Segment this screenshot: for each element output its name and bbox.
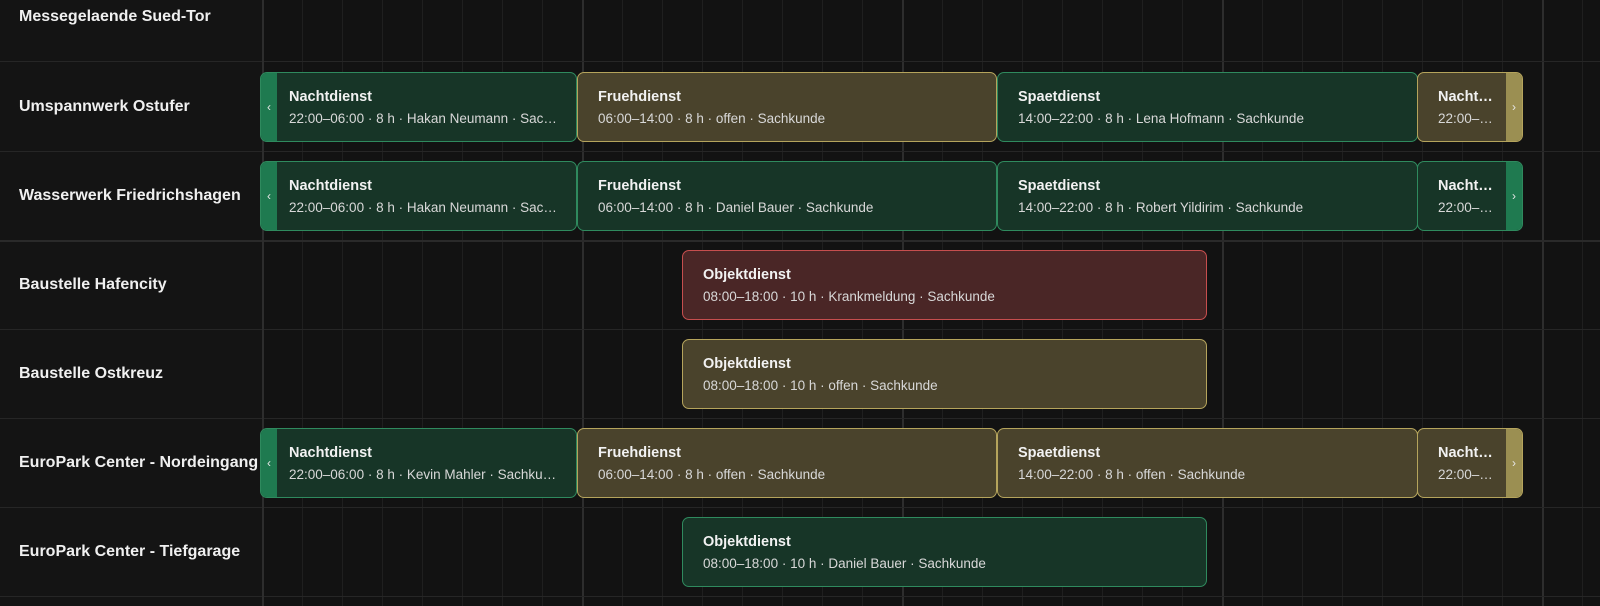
shift-title: Spaetdienst <box>1018 178 1101 194</box>
shift-title: Fruehdienst <box>598 445 681 461</box>
location-name[interactable]: EuroPark Center - Tiefgarage <box>0 507 262 596</box>
shift-title: Objektdienst <box>703 267 791 283</box>
shift-detail: 14:00–22:00 · 8 h · Lena Hofmann · Sachk… <box>1018 111 1304 126</box>
chevron-right-icon[interactable]: › <box>1506 73 1522 141</box>
shift-card[interactable]: Fruehdienst 06:00–14:00 · 8 h · offen · S… <box>577 428 997 498</box>
location-column: Messegelaende Sued-Tor Umspannwerk Ostufe… <box>0 0 264 606</box>
location-name[interactable]: Messegelaende Sued-Tor <box>0 0 262 61</box>
shift-card[interactable]: Spaetdienst 14:00–22:00 · 8 h · Robert Yi… <box>997 161 1418 231</box>
row-separator <box>264 418 1600 419</box>
shift-detail: 22:00–06:00 · 8 h · offen · Sachkunde <box>1438 111 1498 126</box>
shift-detail: 22:00–06:00 · 8 h · Hakan Neumann · Sach… <box>289 200 562 215</box>
shift-title: Fruehdienst <box>598 178 681 194</box>
shift-detail: 14:00–22:00 · 8 h · Robert Yildirim · Sa… <box>1018 200 1304 215</box>
shift-title: Objektdienst <box>703 534 791 550</box>
shift-title: Spaetdienst <box>1018 445 1101 461</box>
shift-card[interactable]: Nachtdienst 22:00–06:00 · 8 h · Hakan Neu… <box>260 161 577 231</box>
shift-card[interactable]: Spaetdienst 14:00–22:00 · 8 h · Lena Hofm… <box>997 72 1418 142</box>
hour-gridline <box>1542 0 1544 606</box>
location-name[interactable]: Baustelle Hafencity <box>0 240 262 329</box>
row-separator <box>264 507 1600 508</box>
shift-card[interactable]: Objektdienst 08:00–18:00 · 10 h · offen ·… <box>682 339 1207 409</box>
chevron-left-icon[interactable]: ‹ <box>261 429 277 497</box>
shift-detail: 06:00–14:00 · 8 h · offen · Sachkunde <box>598 467 826 482</box>
shift-card[interactable]: Nachtdienst 22:00–06:00 · 8 h · offen · S… <box>1417 428 1523 498</box>
location-name[interactable]: Wasserwerk Friedrichshagen <box>0 151 262 240</box>
shift-planner: Messegelaende Sued-Tor Umspannwerk Ostufe… <box>0 0 1600 606</box>
shift-title: Nachtdienst <box>1438 89 1498 105</box>
shift-card[interactable]: Nachtdienst 22:00–06:00 · 8 h · Kevin Mah… <box>260 428 577 498</box>
shift-card[interactable]: Nachtdienst 22:00–06:00 · 8 h · Hakan Neu… <box>260 72 577 142</box>
location-name[interactable]: Baustelle Ostkreuz <box>0 329 262 418</box>
shift-detail: 08:00–18:00 · 10 h · offen · Sachkunde <box>703 378 938 393</box>
shift-detail: 14:00–22:00 · 8 h · offen · Sachkunde <box>1018 467 1246 482</box>
shift-card[interactable]: Spaetdienst 14:00–22:00 · 8 h · offen · S… <box>997 428 1418 498</box>
shift-title: Spaetdienst <box>1018 89 1101 105</box>
shift-title: Nachtdienst <box>289 89 372 105</box>
shift-card[interactable]: Objektdienst 08:00–18:00 · 10 h · Krankme… <box>682 250 1207 320</box>
shift-title: Objektdienst <box>703 356 791 372</box>
chevron-left-icon[interactable]: ‹ <box>261 162 277 230</box>
shift-title: Nachtdienst <box>289 445 372 461</box>
shift-card[interactable]: Nachtdienst 22:00–06:00 · 8 h · offen · S… <box>1417 72 1523 142</box>
shift-card[interactable]: Fruehdienst 06:00–14:00 · 8 h · offen · S… <box>577 72 997 142</box>
shift-title: Nachtdienst <box>1438 445 1498 461</box>
shift-detail: 06:00–14:00 · 8 h · Daniel Bauer · Sachk… <box>598 200 874 215</box>
shift-card[interactable]: Fruehdienst 06:00–14:00 · 8 h · Daniel Ba… <box>577 161 997 231</box>
hour-gridline <box>1582 0 1583 606</box>
row-separator <box>264 240 1600 242</box>
schedule-grid: Nachtdienst 22:00–06:00 · 8 h · Hakan Neu… <box>260 0 1600 606</box>
shift-title: Nachtdienst <box>289 178 372 194</box>
shift-title: Fruehdienst <box>598 89 681 105</box>
chevron-left-icon[interactable]: ‹ <box>261 73 277 141</box>
shift-title: Nachtdienst <box>1438 178 1498 194</box>
shift-card[interactable]: Objektdienst 08:00–18:00 · 10 h · Daniel … <box>682 517 1207 587</box>
location-name[interactable]: Umspannwerk Ostufer <box>0 62 262 151</box>
location-name[interactable]: EuroPark Center - Nordeingang <box>0 418 262 507</box>
chevron-right-icon[interactable]: › <box>1506 429 1522 497</box>
shift-detail: 08:00–18:00 · 10 h · Daniel Bauer · Sach… <box>703 556 986 571</box>
shift-detail: 22:00–06:00 · 8 h · Sachkunde <box>1438 200 1498 215</box>
row-separator <box>264 596 1600 597</box>
row-separator <box>264 61 1600 62</box>
row-separator <box>264 329 1600 330</box>
row-separator <box>0 596 262 597</box>
row-separator <box>264 151 1600 152</box>
chevron-right-icon[interactable]: › <box>1506 162 1522 230</box>
shift-detail: 06:00–14:00 · 8 h · offen · Sachkunde <box>598 111 826 126</box>
shift-detail: 22:00–06:00 · 8 h · Kevin Mahler · Sachk… <box>289 467 562 482</box>
shift-detail: 22:00–06:00 · 8 h · offen · Sachkunde <box>1438 467 1498 482</box>
shift-card[interactable]: Nachtdienst 22:00–06:00 · 8 h · Sachkunde… <box>1417 161 1523 231</box>
shift-detail: 22:00–06:00 · 8 h · Hakan Neumann · Sach… <box>289 111 562 126</box>
shift-detail: 08:00–18:00 · 10 h · Krankmeldung · Sach… <box>703 289 995 304</box>
